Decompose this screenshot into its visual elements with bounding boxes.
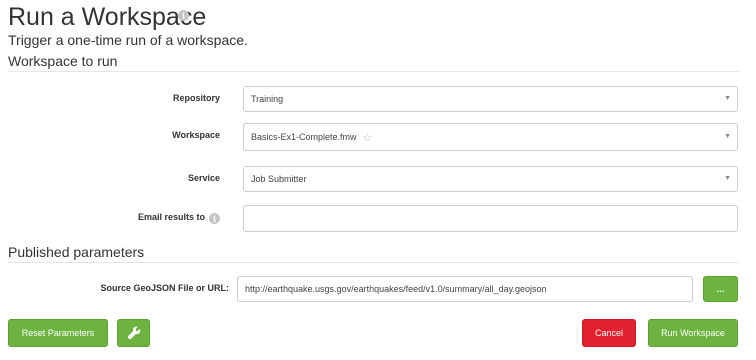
workspace-select[interactable]: Basics-Ex1-Complete.fmw ☆ ▼ <box>243 123 738 151</box>
repository-select[interactable]: Training ▼ <box>243 86 738 112</box>
section-divider <box>8 71 739 72</box>
wrench-icon <box>127 326 140 340</box>
workspace-value: Basics-Ex1-Complete.fmw <box>251 132 357 142</box>
page-subtitle: Trigger a one-time run of a workspace. <box>8 32 248 48</box>
repository-value: Training <box>251 94 284 104</box>
star-icon[interactable]: ☆ <box>363 131 373 144</box>
section-divider <box>8 262 739 263</box>
section-heading-workspace: Workspace to run <box>8 53 118 69</box>
info-icon[interactable]: i <box>178 10 189 21</box>
page-title: Run a Workspace <box>8 3 207 31</box>
browse-button[interactable]: ... <box>703 276 738 302</box>
service-value: Job Submitter <box>251 174 307 184</box>
cancel-button[interactable]: Cancel <box>582 319 636 347</box>
service-select[interactable]: Job Submitter ▼ <box>243 166 738 192</box>
service-label: Service <box>187 173 220 183</box>
email-label: Email results to <box>137 212 205 222</box>
run-workspace-button[interactable]: Run Workspace <box>648 319 738 347</box>
source-geojson-value: http://earthquake.usgs.gov/earthquakes/f… <box>245 284 547 294</box>
source-geojson-input[interactable]: http://earthquake.usgs.gov/earthquakes/f… <box>237 276 693 302</box>
chevron-down-icon: ▼ <box>724 133 731 140</box>
source-geojson-label: Source GeoJSON File or URL: <box>100 283 229 293</box>
chevron-down-icon: ▼ <box>724 175 731 182</box>
workspace-label: Workspace <box>172 130 220 140</box>
email-field[interactable] <box>243 205 738 232</box>
chevron-down-icon: ▼ <box>724 95 731 102</box>
section-heading-published: Published parameters <box>8 244 145 260</box>
info-icon[interactable]: i <box>209 213 220 224</box>
tools-button[interactable] <box>117 319 150 347</box>
repository-label: Repository <box>172 93 220 103</box>
reset-parameters-button[interactable]: Reset Parameters <box>8 319 108 347</box>
